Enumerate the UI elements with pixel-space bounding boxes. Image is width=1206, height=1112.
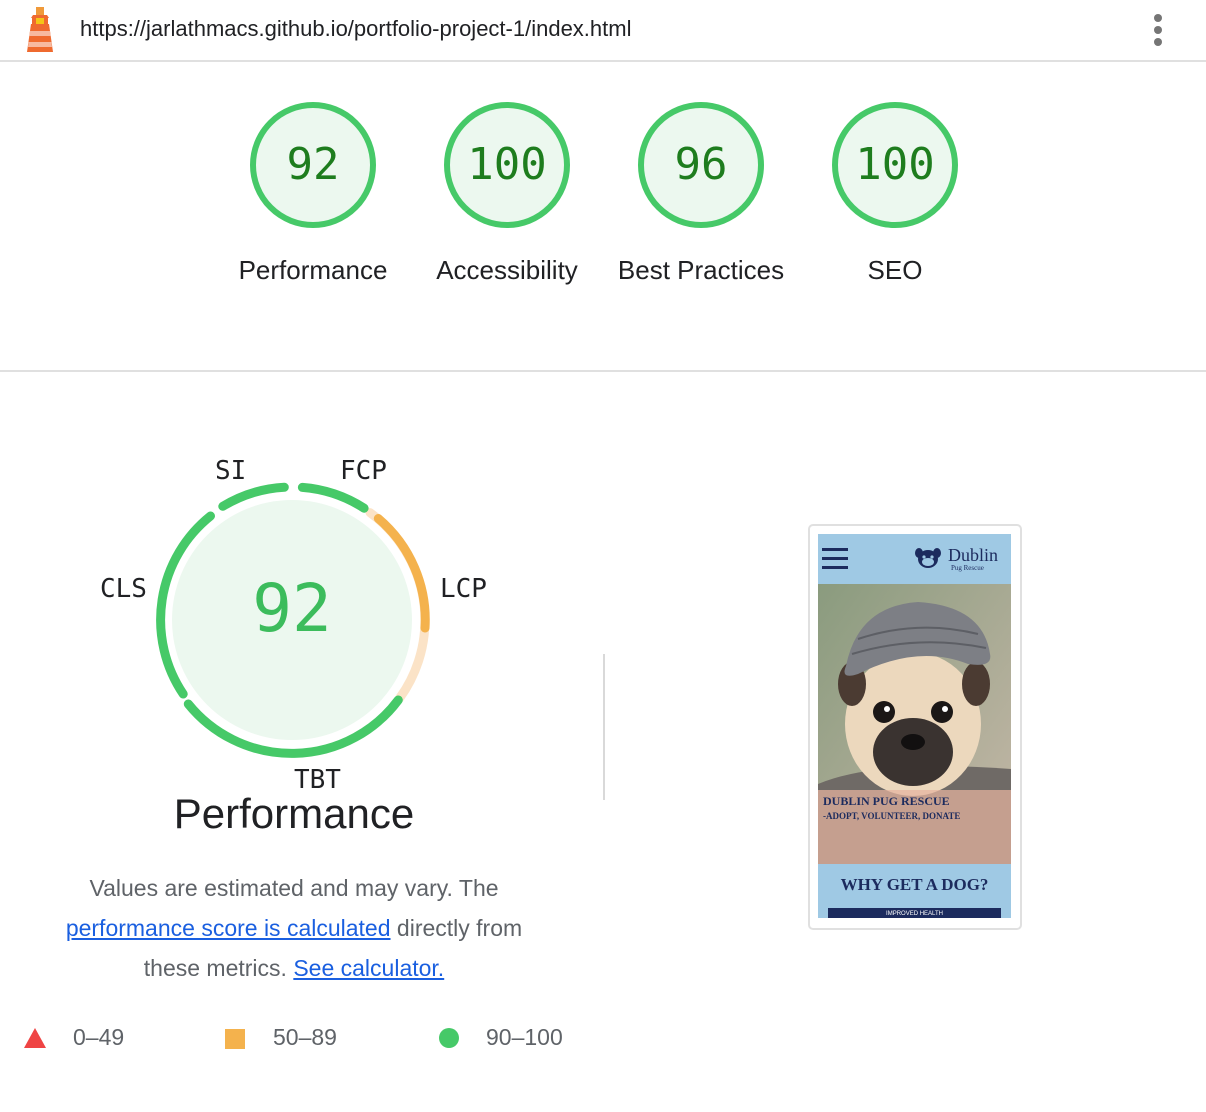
metric-label-si: SI <box>215 456 247 486</box>
metric-label-lcp: LCP <box>440 574 487 604</box>
legend-fail-label: 0–49 <box>73 1024 125 1050</box>
legend-pass-label: 90–100 <box>486 1024 563 1050</box>
metric-label-cls: CLS <box>100 574 147 604</box>
gauge-label: Best Practices <box>617 255 785 285</box>
more-options-icon[interactable] <box>1144 10 1172 50</box>
hamburger-menu-icon <box>822 548 848 570</box>
pug-logo-icon <box>915 548 941 568</box>
performance-title: Performance <box>173 790 415 837</box>
screenshot-viewport: Dublin Pug Rescue DUBLIN PUG RESCUE -ADO… <box>818 534 1011 918</box>
fail-triangle-icon <box>24 1028 46 1048</box>
average-square-icon <box>225 1029 245 1049</box>
why-section-title: WHY GET A DOG? <box>840 875 989 894</box>
why-section: WHY GET A DOG? IMPROVED HEALTH <box>818 864 1011 918</box>
performance-description: Values are estimated and may vary. The p… <box>40 868 548 988</box>
metric-label-fcp: FCP <box>340 456 387 486</box>
gauge-score: 100 <box>467 139 547 190</box>
gauge-label: Performance <box>238 255 388 285</box>
gauge-accessibility[interactable]: 100 <box>442 100 572 230</box>
vertical-divider <box>603 654 605 800</box>
section-divider <box>0 370 1206 372</box>
site-brand-subtitle: Pug Rescue <box>951 564 984 572</box>
gauge-score: 92 <box>286 139 340 190</box>
gauge-best-practices[interactable]: 96 <box>636 100 766 230</box>
legend-average-label: 50–89 <box>273 1024 337 1050</box>
score-calculated-link[interactable]: performance score is calculated <box>66 915 391 941</box>
gauge-score: 96 <box>674 139 728 190</box>
gauge-score: 100 <box>855 139 935 190</box>
site-brand: Dublin <box>948 545 999 565</box>
description-text: Values are estimated and may vary. The <box>89 875 499 901</box>
gauge-label: Accessibility <box>436 255 578 285</box>
page-url: https://jarlathmacs.github.io/portfolio-… <box>80 16 632 41</box>
lighthouse-icon <box>27 7 53 52</box>
gauge-performance[interactable]: 92 <box>248 100 378 230</box>
gauge-seo[interactable]: 100 <box>830 100 960 230</box>
see-calculator-link[interactable]: See calculator. <box>293 955 444 981</box>
top-bar: https://jarlathmacs.github.io/portfolio-… <box>0 0 1206 62</box>
improved-health-card: IMPROVED HEALTH <box>828 908 1001 918</box>
hero-subtitle: -ADOPT, VOLUNTEER, DONATE <box>823 811 961 821</box>
gauge-label: SEO <box>867 255 923 285</box>
performance-score: 92 <box>252 570 332 647</box>
pass-circle-icon <box>439 1028 459 1048</box>
hero-title: DUBLIN PUG RESCUE <box>823 794 950 808</box>
